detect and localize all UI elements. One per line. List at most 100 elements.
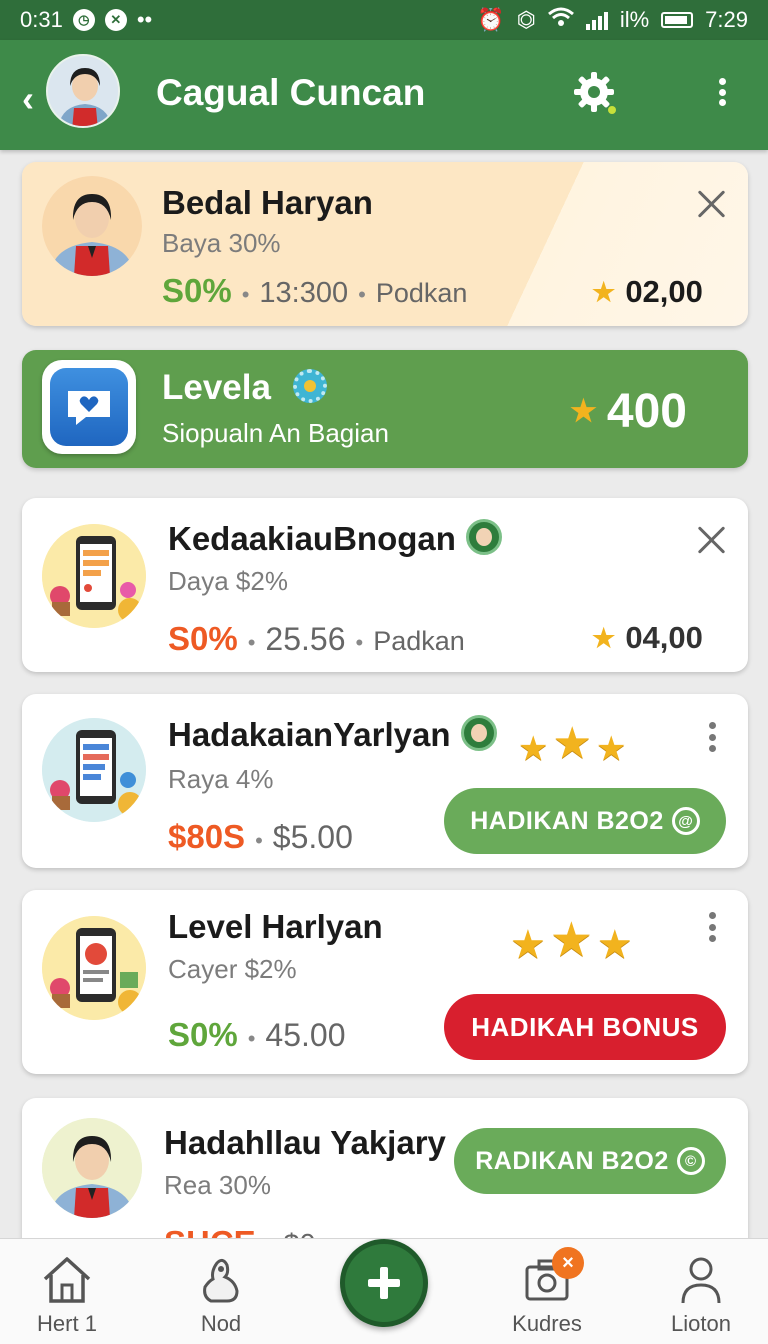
card-meta: S0% • 13:300 • Podkan <box>162 272 467 310</box>
more-notifications-icon: •• <box>136 7 153 32</box>
card-value: $5.00 <box>272 819 353 855</box>
signal-icon <box>585 10 608 30</box>
card-score: ★ 400 <box>570 384 687 439</box>
star-icon: ★ <box>510 923 546 967</box>
card-title: Levela <box>162 368 327 408</box>
list-card[interactable]: HadakaianYarlyan Raya 4% $80S • $5.00 ★ … <box>22 694 748 868</box>
card-menu-icon[interactable] <box>707 912 717 942</box>
star-icon: ★ <box>592 276 616 307</box>
star-icon: ★ <box>570 395 597 428</box>
button-label: HADIKAN B2O2 <box>470 806 664 835</box>
card-subtitle: Baya 30% <box>162 228 281 258</box>
bottom-navigation: Hert 1 Nod × Kudres Lioton <box>0 1238 768 1344</box>
card-subtitle: Daya $2% <box>168 566 288 596</box>
separator-dot: • <box>247 630 256 655</box>
settings-gear-icon[interactable] <box>572 70 616 114</box>
status-time-left: 0:31 <box>20 7 63 32</box>
list-card[interactable]: Level Harlyan Cayer $2% S0% • 45.00 ★ ★ … <box>22 890 748 1074</box>
button-label: HADIKAH BONUS <box>471 1011 699 1042</box>
plus-icon <box>368 1267 400 1299</box>
app-icon <box>42 360 136 454</box>
card-value: 25.56 <box>265 621 346 657</box>
user-badge-icon <box>460 715 497 752</box>
star-icon: ★ <box>596 923 633 967</box>
star-icon: ★ <box>595 730 627 768</box>
alarm-icon: ⏰ <box>477 7 505 32</box>
page-title: Cagual Cuncan <box>156 72 426 113</box>
close-icon[interactable] <box>696 188 726 218</box>
nav-label: Hert 1 <box>37 1311 97 1336</box>
app-notification-icon: ✕ <box>104 9 127 31</box>
card-subtitle: Cayer $2% <box>168 954 297 984</box>
status-time-right: 7:29 <box>705 7 748 32</box>
card-menu-icon[interactable] <box>707 722 717 752</box>
score-value: 02,00 <box>625 274 703 309</box>
card-title: KedaakiauBnogan <box>168 519 502 559</box>
coin-icon: @ <box>671 807 700 835</box>
close-icon[interactable] <box>696 524 726 554</box>
claim-bonus-button[interactable]: HADIKAH BONUS <box>444 994 726 1060</box>
card-percent: S0% <box>168 620 238 657</box>
flower-icon <box>292 368 327 403</box>
card-percent: $80S <box>168 818 246 855</box>
card-value: 45.00 <box>265 1017 346 1053</box>
profile-avatar[interactable] <box>46 54 120 128</box>
phone-flowers-thumbnail <box>42 524 146 628</box>
score-value: 400 <box>606 385 687 438</box>
star-icon: ★ <box>518 730 549 768</box>
person-icon <box>681 1257 721 1304</box>
nav-home[interactable]: Hert 1 <box>12 1251 122 1337</box>
card-title: HadakaianYarlyan <box>168 715 497 755</box>
home-icon <box>43 1257 91 1303</box>
card-score: ★ 04,00 <box>592 620 703 656</box>
status-bar: 0:31 ◷ ✕ •• ⏰ ⏣ il% 7:29 <box>0 0 768 40</box>
nav-label: Lioton <box>671 1311 731 1336</box>
card-title: Hadahllau Yakjary <box>164 1124 446 1161</box>
nav-nod[interactable]: Nod <box>166 1251 276 1337</box>
card-meta: S0% • 25.56 • Padkan <box>168 620 465 658</box>
card-meta: $80S • $5.00 <box>168 818 353 856</box>
notification-badge: × <box>552 1247 584 1279</box>
wifi-icon <box>547 7 574 33</box>
card-title-text: HadakaianYarlyan <box>168 716 451 753</box>
person-avatar <box>42 176 142 276</box>
rating-stars: ★ ★ ★ <box>510 912 633 968</box>
notification-icon: ◷ <box>72 9 95 31</box>
nav-kudres[interactable]: × Kudres <box>492 1247 602 1337</box>
claim-bonus-button[interactable]: HADIKAN B2O2 @ <box>444 788 726 854</box>
claim-bonus-button[interactable]: RADIKAN B2O2 © <box>454 1128 726 1194</box>
star-icon: ★ <box>552 719 592 768</box>
separator-dot: • <box>241 282 250 307</box>
list-card[interactable]: Bedal Haryan Baya 30% S0% • 13:300 • Pod… <box>22 162 748 326</box>
card-title: Level Harlyan <box>168 908 383 945</box>
card-percent: S0% <box>162 272 232 309</box>
battery-percent: il% <box>619 7 650 32</box>
card-title: Bedal Haryan <box>162 184 373 221</box>
person-avatar <box>42 1118 142 1218</box>
card-percent: S0% <box>168 1016 238 1053</box>
separator-dot: • <box>355 630 364 655</box>
card-title-text: KedaakiauBnogan <box>168 520 456 557</box>
phone-flowers-thumbnail <box>42 916 146 1020</box>
card-subtitle: Raya 4% <box>168 764 274 794</box>
add-button[interactable] <box>340 1239 428 1327</box>
user-badge-icon <box>465 519 502 556</box>
separator-dot: • <box>255 828 263 853</box>
card-tag: Padkan <box>373 626 465 656</box>
score-value: 04,00 <box>625 620 703 655</box>
coin-icon: © <box>676 1147 705 1175</box>
card-subtitle: Siopualn An Bagian <box>162 418 389 448</box>
card-meta: S0% • 45.00 <box>168 1016 346 1054</box>
level-card[interactable]: Levela Siopualn An Bagian ★ 400 <box>22 350 748 468</box>
card-tag: Podkan <box>375 278 468 308</box>
overflow-menu-icon[interactable] <box>710 74 734 110</box>
card-value: 13:300 <box>259 277 349 309</box>
nav-lioton[interactable]: Lioton <box>646 1251 756 1337</box>
card-score: ★ 02,00 <box>592 274 703 310</box>
list-card[interactable]: KedaakiauBnogan Daya $2% S0% • 25.56 • P… <box>22 498 748 672</box>
level-title-text: Levela <box>162 368 271 407</box>
ghost-icon <box>203 1258 239 1303</box>
button-label: RADIKAN B2O2 <box>475 1146 669 1175</box>
nav-label: Kudres <box>512 1311 582 1336</box>
back-arrow-icon[interactable]: ‹ <box>22 78 34 120</box>
